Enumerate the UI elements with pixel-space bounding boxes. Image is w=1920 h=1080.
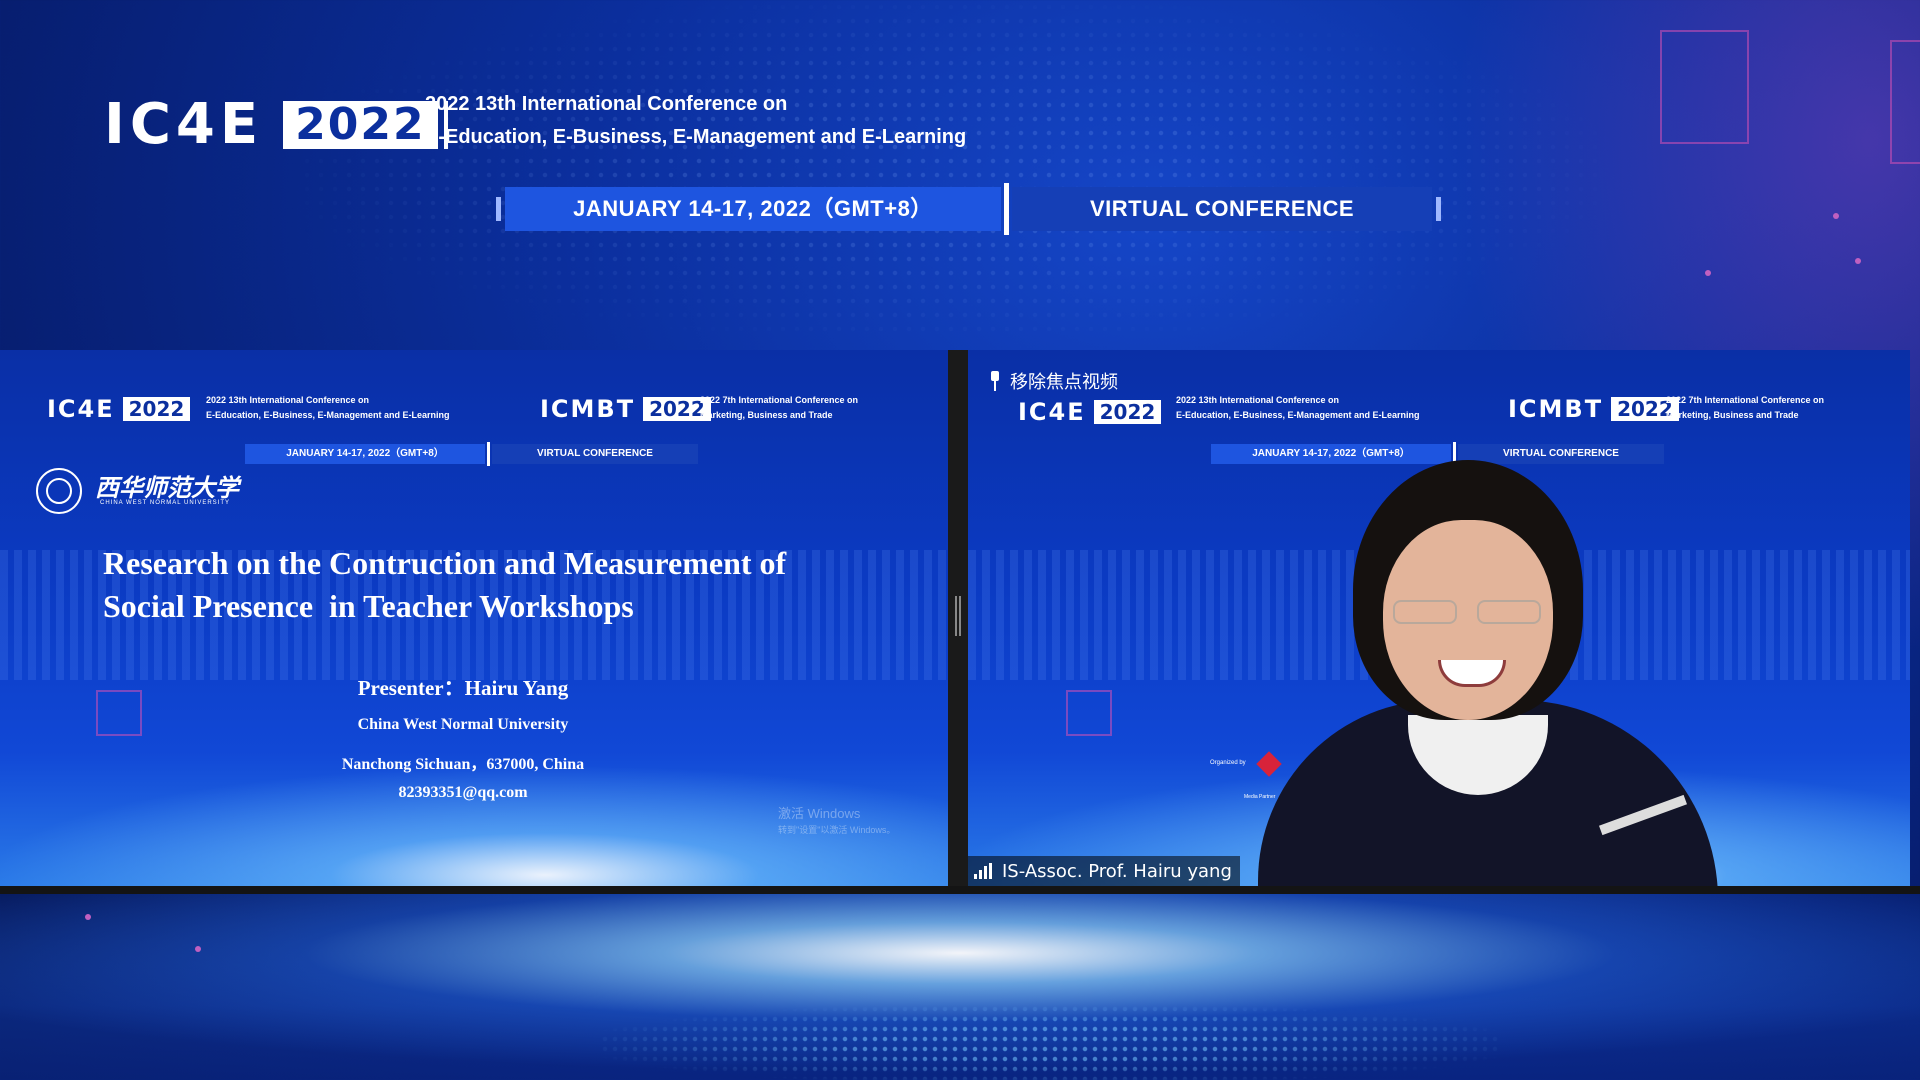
slide-ic4e-title-line2: E-Education, E-Business, E-Management an… <box>206 410 450 420</box>
slide-icmbt-title-line1: 2022 7th International Conference on <box>700 395 859 405</box>
video-ic4e-title-line2: E-Education, E-Business, E-Management an… <box>1176 410 1420 420</box>
slide-icmbt-title-line2: Marketing, Business and Trade <box>700 410 833 420</box>
watermark-line2: 转到"设置"以激活 Windows。 <box>778 825 896 835</box>
video-decorative-frame <box>1066 690 1112 736</box>
university-name-en: CHINA WEST NORMAL UNIVERSITY <box>100 500 231 506</box>
decorative-dot <box>1833 213 1839 219</box>
slide-title-line2: Social Presence in Teacher Workshops <box>103 588 634 624</box>
slide-title-line1: Research on the Contruction and Measurem… <box>103 545 787 581</box>
remove-focus-video-button[interactable]: 移除焦点视频 <box>988 368 1118 394</box>
remove-focus-label: 移除焦点视频 <box>1010 372 1118 393</box>
video-icmbt-title-line1: 2022 7th International Conference on <box>1666 395 1825 405</box>
bottom-globe-dots <box>600 1004 1500 1080</box>
banner-divider <box>1004 183 1009 235</box>
decorative-frame <box>1890 40 1920 164</box>
video-icmbt-acronym: ICMBT <box>1508 395 1604 423</box>
slide-icmbt-title: 2022 7th International Conference on Mar… <box>700 393 948 423</box>
slide-icmbt-logo: ICMBT 2022 <box>540 395 711 423</box>
conference-title-line1: 2022 13th International Conference on <box>425 93 788 115</box>
bottom-decoration <box>0 894 1920 1080</box>
university-seal-icon <box>36 468 82 514</box>
logo-acronym: IC4E <box>104 92 264 157</box>
pane-bottom-border <box>0 886 1920 894</box>
organized-by-label: Organized by <box>1210 760 1246 766</box>
slide-title: Research on the Contruction and Measurem… <box>103 542 923 628</box>
slide-ic4e-title: 2022 13th International Conference on E-… <box>206 393 506 423</box>
slide-banner: JANUARY 14-17, 2022（GMT+8） VIRTUAL CONFE… <box>245 442 698 466</box>
conference-title-line2: E-Education, E-Business, E-Management an… <box>425 126 967 148</box>
conference-logo: IC4E 2022 <box>104 92 448 157</box>
slide-ic4e-acronym: IC4E <box>47 395 115 423</box>
slide-banner-divider <box>487 442 490 466</box>
slide-icmbt-acronym: ICMBT <box>540 395 636 423</box>
decorative-dot <box>195 946 201 952</box>
conference-title: 2022 13th International Conference on E-… <box>425 88 966 154</box>
email: 82393351@qq.com <box>398 784 528 801</box>
date-banner: JANUARY 14-17, 2022（GMT+8） <box>505 187 1001 231</box>
decorative-frame <box>1660 30 1749 144</box>
speaker-video-pane[interactable]: 移除焦点视频 IC4E 2022 2022 13th International… <box>968 350 1910 886</box>
participant-name-tag: IS-Assoc. Prof. Hairu yang <box>968 856 1240 886</box>
participant-name: IS-Assoc. Prof. Hairu yang <box>1002 860 1232 882</box>
slide-ic4e-logo: IC4E 2022 <box>47 395 191 423</box>
video-ic4e-title-line1: 2022 13th International Conference on <box>1176 395 1340 405</box>
shared-screen-pane[interactable]: IC4E 2022 2022 13th International Confer… <box>0 350 948 886</box>
presenter: Presenter：Hairu Yang <box>357 676 569 700</box>
virtual-conference-banner: VIRTUAL CONFERENCE <box>1012 187 1432 231</box>
video-ic4e-title: 2022 13th International Conference on E-… <box>1176 393 1476 423</box>
slide-ic4e-year: 2022 <box>122 397 191 421</box>
speaker-glasses <box>1393 600 1543 626</box>
slide-ic4e-title-line1: 2022 13th International Conference on <box>206 395 370 405</box>
conference-banner: JANUARY 14-17, 2022（GMT+8） VIRTUAL CONFE… <box>496 183 1441 235</box>
video-ic4e-logo: IC4E 2022 <box>1018 398 1162 426</box>
slide-mode-banner: VIRTUAL CONFERENCE <box>492 444 698 464</box>
video-icmbt-logo: ICMBT 2022 <box>1508 395 1679 423</box>
watermark-line1: 激活 Windows <box>778 806 861 821</box>
video-icmbt-title-line2: Marketing, Business and Trade <box>1666 410 1799 420</box>
affiliation: China West Normal University <box>357 716 569 733</box>
slide-date-banner: JANUARY 14-17, 2022（GMT+8） <box>245 444 485 464</box>
video-ic4e-acronym: IC4E <box>1018 398 1086 426</box>
university-name-cn: 西华师范大学 <box>95 473 239 502</box>
decorative-dot <box>1705 270 1711 276</box>
banner-cap <box>496 197 501 221</box>
world-map-dots <box>300 0 1600 340</box>
signal-strength-icon <box>974 863 994 879</box>
banner-cap <box>1436 197 1441 221</box>
location: Nanchong Sichuan，637000, China <box>341 756 585 773</box>
video-ic4e-year: 2022 <box>1093 400 1162 424</box>
decorative-dot <box>85 914 91 920</box>
speaker-video-feed <box>1258 460 1718 886</box>
logo-year: 2022 <box>283 100 438 149</box>
video-icmbt-title: 2022 7th International Conference on Mar… <box>1666 393 1886 423</box>
windows-activation-watermark: 激活 Windows 转到"设置"以激活 Windows。 <box>778 806 895 838</box>
decorative-dot <box>1855 258 1861 264</box>
pin-icon <box>988 371 1002 391</box>
pane-resize-handle[interactable] <box>955 596 961 636</box>
